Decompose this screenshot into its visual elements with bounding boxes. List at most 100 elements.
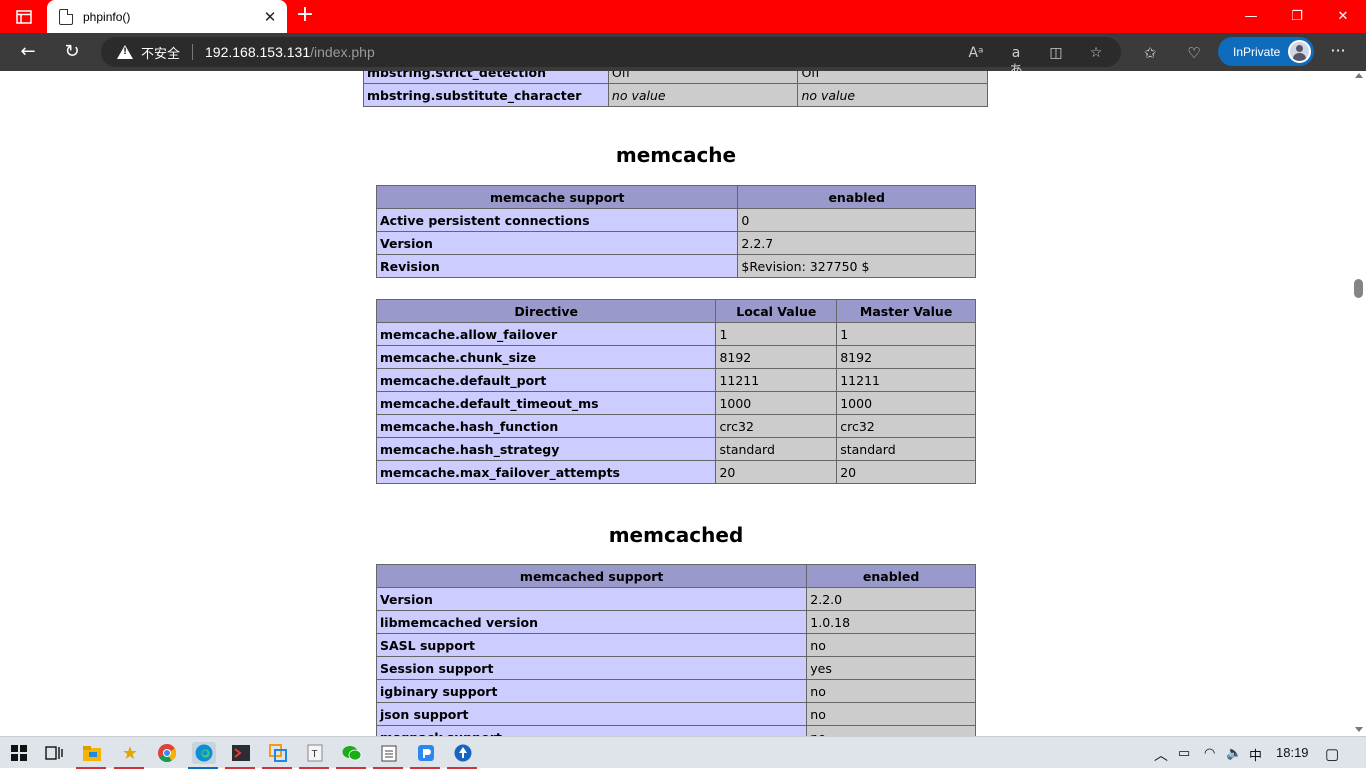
memcache-directive-table: Directive Local Value Master Value memca… bbox=[375, 299, 976, 484]
address-bar[interactable]: 不安全 192.168.153.131/index.php Aᵃ aあ ◫ ☆ bbox=[101, 37, 1121, 79]
url-path: /index.php bbox=[310, 44, 375, 60]
directive-name: memcache.hash_function bbox=[375, 414, 717, 438]
notification-icon[interactable]: ▢ bbox=[1325, 745, 1339, 763]
local-value: standard bbox=[715, 437, 838, 461]
url-host: 192.168.153.131 bbox=[205, 44, 311, 60]
memcache-info-table: memcache support enabled Active persiste… bbox=[375, 185, 976, 278]
show-hidden-icons[interactable]: ︿ bbox=[1154, 745, 1168, 765]
master-value: 11211 bbox=[836, 368, 976, 392]
virtual-machine-icon[interactable] bbox=[262, 742, 292, 769]
directive-name: memcache.hash_strategy bbox=[375, 437, 717, 461]
vertical-scrollbar[interactable] bbox=[1352, 71, 1366, 736]
table-row: memcache.max_failover_attempts 20 20 bbox=[375, 460, 976, 484]
split-screen-icon[interactable]: ◫ bbox=[1047, 44, 1065, 62]
file-explorer-icon[interactable] bbox=[76, 742, 106, 769]
translate-icon[interactable]: aあ bbox=[1007, 44, 1025, 79]
page-viewport: mbstring.strict_detection Off Off mbstri… bbox=[0, 71, 1352, 736]
info-name: SASL support bbox=[375, 633, 808, 657]
text-editor-icon[interactable]: T bbox=[299, 742, 329, 769]
wechat-icon[interactable] bbox=[336, 742, 366, 769]
table-row: mbstring.strict_detection Off Off bbox=[363, 71, 988, 84]
scroll-up-icon[interactable] bbox=[1355, 73, 1363, 78]
master-value: 20 bbox=[836, 460, 976, 484]
restore-icon[interactable]: ❐ bbox=[1274, 0, 1320, 33]
section-title-memcache: memcache bbox=[615, 143, 737, 167]
table-row: memcache.hash_strategy standard standard bbox=[375, 437, 976, 461]
master-value: no value bbox=[801, 87, 856, 103]
tab-actions-icon[interactable] bbox=[8, 6, 40, 28]
minimize-icon[interactable]: — bbox=[1228, 0, 1274, 33]
svg-text:T: T bbox=[312, 749, 318, 760]
column-header: enabled bbox=[806, 564, 976, 588]
docs-app-icon[interactable] bbox=[410, 742, 440, 769]
browser-essentials-icon[interactable]: ♡ bbox=[1184, 43, 1204, 63]
info-value: 1.0.18 bbox=[806, 610, 976, 634]
table-row: memcache.default_timeout_ms 1000 1000 bbox=[375, 391, 976, 415]
scroll-down-icon[interactable] bbox=[1355, 727, 1363, 732]
table-row: json support no bbox=[375, 702, 976, 726]
local-value: 20 bbox=[715, 460, 838, 484]
info-name: Version bbox=[375, 231, 739, 255]
directive-name: memcache.allow_failover bbox=[375, 322, 717, 346]
divider bbox=[192, 44, 194, 60]
directive-name: mbstring.strict_detection bbox=[363, 71, 609, 84]
more-options-icon[interactable]: ··· bbox=[1326, 41, 1350, 60]
favorite-star-icon[interactable]: ☆ bbox=[1087, 44, 1105, 62]
tab-title: phpinfo() bbox=[83, 9, 131, 24]
browser-toolbar: ← ↻ 不安全 192.168.153.131/index.php Aᵃ aあ … bbox=[0, 33, 1366, 79]
master-value: standard bbox=[836, 437, 976, 461]
info-name: Session support bbox=[375, 656, 808, 680]
battery-icon[interactable]: ▭ bbox=[1178, 745, 1190, 761]
local-value: 8192 bbox=[715, 345, 838, 369]
directive-name: mbstring.substitute_character bbox=[363, 83, 609, 107]
column-header: Local Value bbox=[715, 299, 838, 323]
table-row: memcache.hash_function crc32 crc32 bbox=[375, 414, 976, 438]
inprivate-label: InPrivate bbox=[1233, 44, 1281, 59]
transfer-app-icon[interactable] bbox=[447, 742, 477, 769]
memcached-info-table: memcached support enabled Version 2.2.0 l… bbox=[375, 564, 976, 736]
info-name: Active persistent connections bbox=[375, 208, 739, 232]
table-row: mbstring.substitute_character no value n… bbox=[363, 83, 988, 107]
info-value: no bbox=[806, 702, 976, 726]
back-icon[interactable]: ← bbox=[14, 38, 42, 66]
master-value: Off bbox=[797, 71, 988, 84]
read-aloud-icon[interactable]: Aᵃ bbox=[967, 44, 985, 62]
refresh-icon[interactable]: ↻ bbox=[58, 38, 86, 66]
title-bar: phpinfo() ✕ + — ❐ ✕ bbox=[0, 0, 1366, 33]
info-value: 0 bbox=[737, 208, 976, 232]
info-value: 2.2.0 bbox=[806, 587, 976, 611]
insecure-label[interactable]: 不安全 bbox=[141, 43, 180, 62]
table-row: Version 2.2.0 bbox=[375, 587, 976, 611]
clock[interactable]: 18:19 bbox=[1276, 745, 1309, 760]
info-name: msgpack support bbox=[375, 725, 808, 736]
ime-indicator[interactable]: 中 bbox=[1249, 745, 1262, 764]
favorites-icon[interactable]: ✩ bbox=[1140, 43, 1160, 63]
info-value: 2.2.7 bbox=[737, 231, 976, 255]
chrome-icon[interactable] bbox=[155, 742, 179, 764]
new-tab-icon[interactable]: + bbox=[293, 4, 317, 28]
table-row: SASL support no bbox=[375, 633, 976, 657]
terminal-app-icon[interactable] bbox=[225, 742, 255, 769]
info-value: no bbox=[806, 633, 976, 657]
directive-name: memcache.default_timeout_ms bbox=[375, 391, 717, 415]
warning-icon[interactable] bbox=[117, 45, 133, 59]
table-header-row: memcache support enabled bbox=[375, 185, 976, 209]
start-icon[interactable] bbox=[7, 742, 31, 764]
local-value: no value bbox=[611, 87, 666, 103]
table-row: Active persistent connections 0 bbox=[375, 208, 976, 232]
taskbar: ★ T ︿ ▭ ◠ 🔈 中 18:19 ▢ bbox=[0, 736, 1366, 769]
notepad-icon[interactable] bbox=[373, 742, 403, 769]
volume-icon[interactable]: 🔈 bbox=[1226, 745, 1242, 761]
wifi-icon[interactable]: ◠ bbox=[1204, 745, 1215, 761]
info-name: igbinary support bbox=[375, 679, 808, 703]
close-tab-icon[interactable]: ✕ bbox=[261, 8, 279, 26]
inprivate-button[interactable]: InPrivate bbox=[1218, 37, 1314, 66]
scroll-thumb[interactable] bbox=[1354, 279, 1363, 298]
edge-icon[interactable] bbox=[188, 742, 218, 769]
app-icon[interactable]: ★ bbox=[114, 742, 144, 769]
table-header-row: memcached support enabled bbox=[375, 564, 976, 588]
table-row: memcache.chunk_size 8192 8192 bbox=[375, 345, 976, 369]
active-tab[interactable]: phpinfo() ✕ bbox=[47, 0, 287, 33]
close-window-icon[interactable]: ✕ bbox=[1320, 0, 1366, 33]
task-view-icon[interactable] bbox=[42, 742, 66, 764]
